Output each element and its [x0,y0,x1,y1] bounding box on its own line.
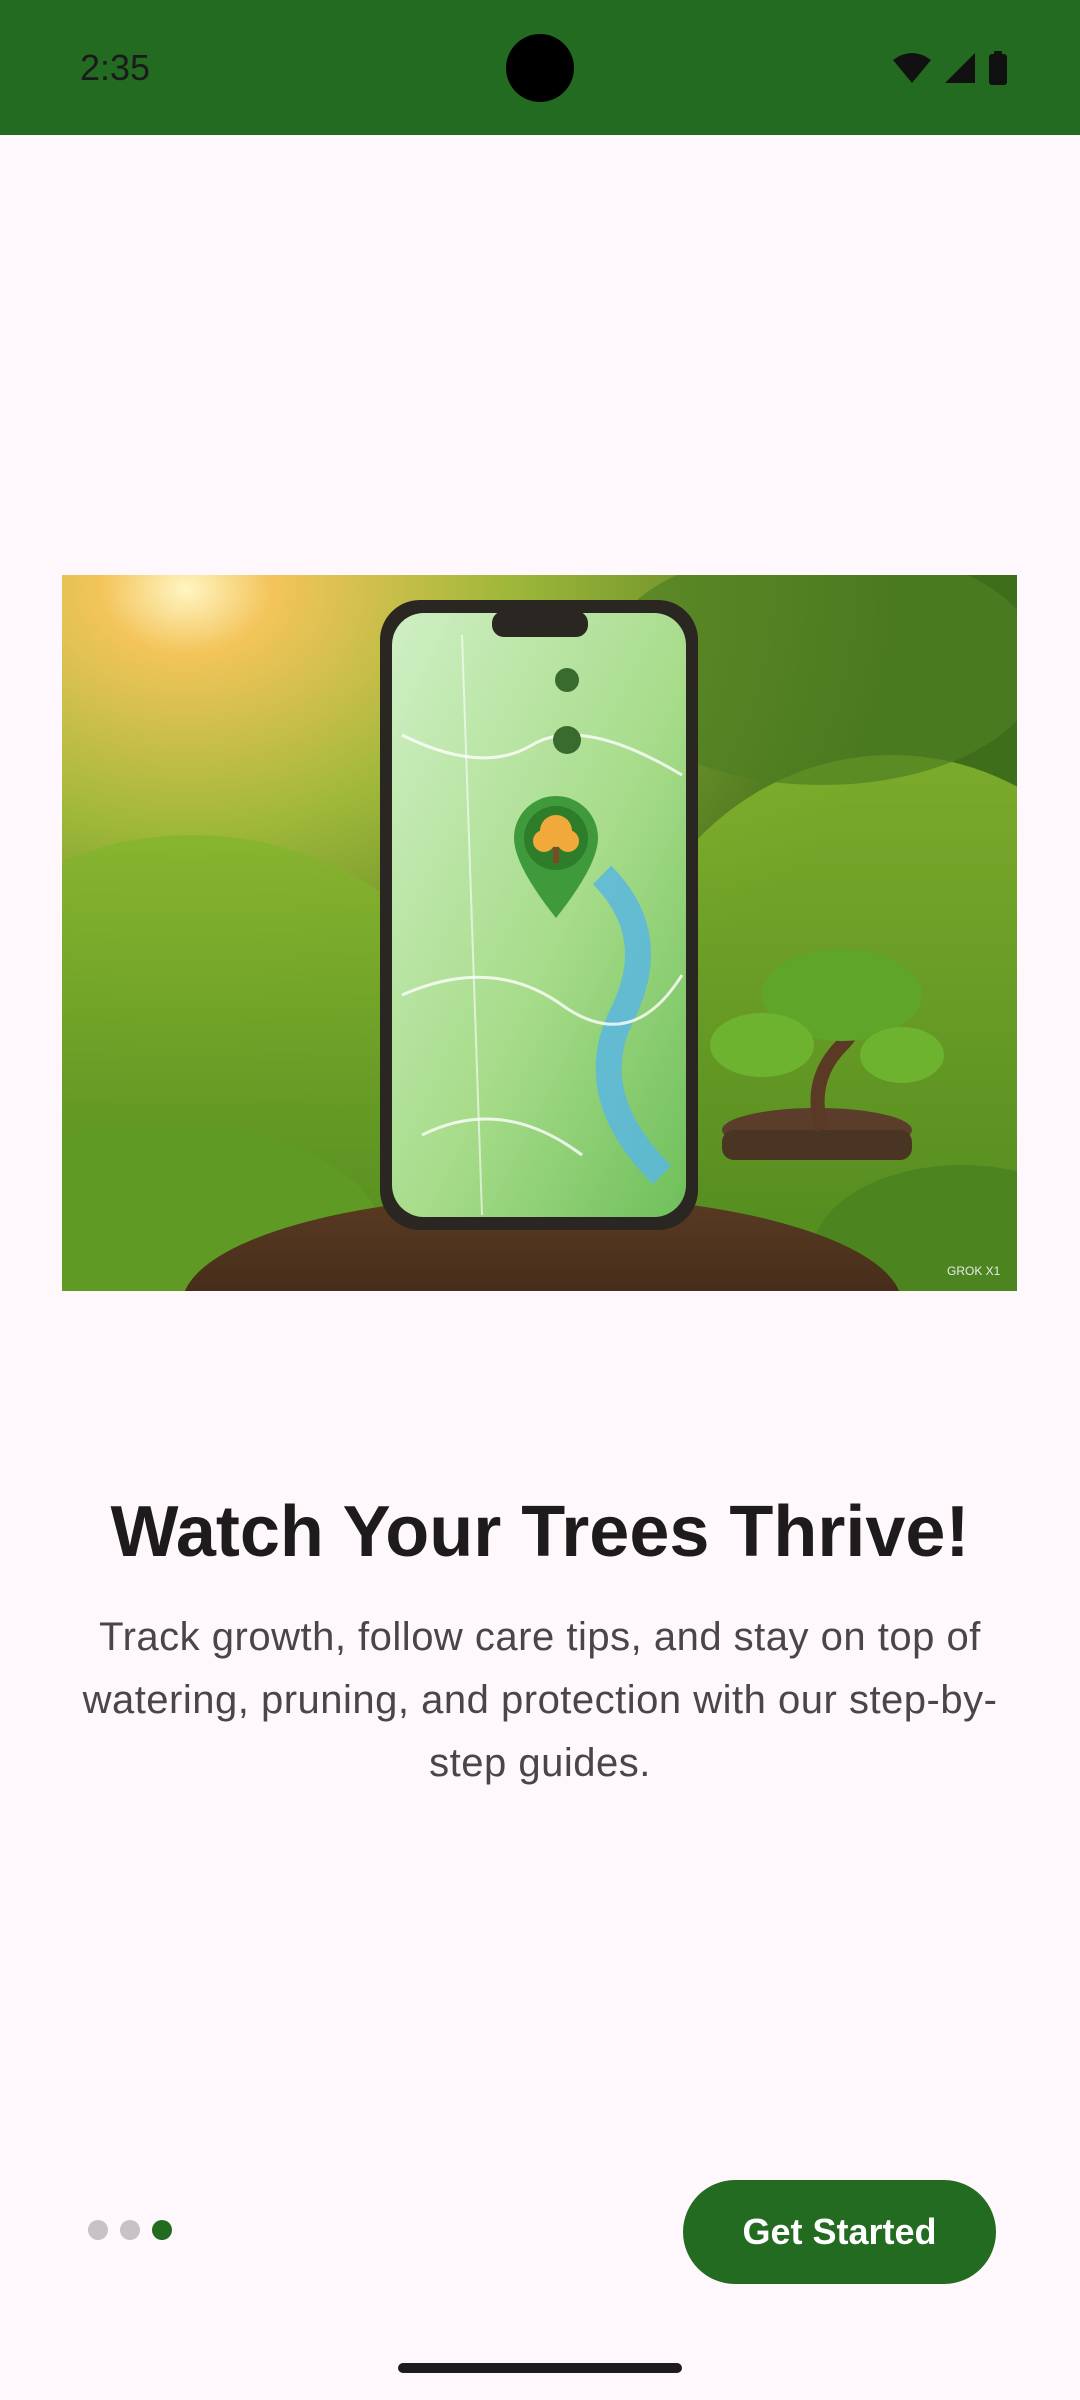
home-gesture-bar[interactable] [398,2363,682,2373]
page-indicator-dot-2 [120,2220,140,2240]
status-bar: 2:35 [0,0,1080,135]
camera-cutout [506,34,574,102]
battery-icon [988,51,1008,85]
page-indicator [88,2220,172,2240]
onboarding-hero-image: GROK X1 [62,575,1017,1291]
page-indicator-dot-1 [88,2220,108,2240]
hero-watermark: GROK X1 [947,1264,1001,1278]
status-time: 2:35 [80,47,151,88]
page-indicator-dot-3-active [152,2220,172,2240]
cellular-signal-icon [944,52,976,84]
status-icons [892,50,1008,86]
onboarding-title: Watch Your Trees Thrive! [110,1492,970,1573]
onboarding-subtitle: Track growth, follow care tips, and stay… [82,1615,998,1785]
wifi-icon [892,52,932,84]
get-started-button[interactable]: Get Started [683,2180,996,2284]
